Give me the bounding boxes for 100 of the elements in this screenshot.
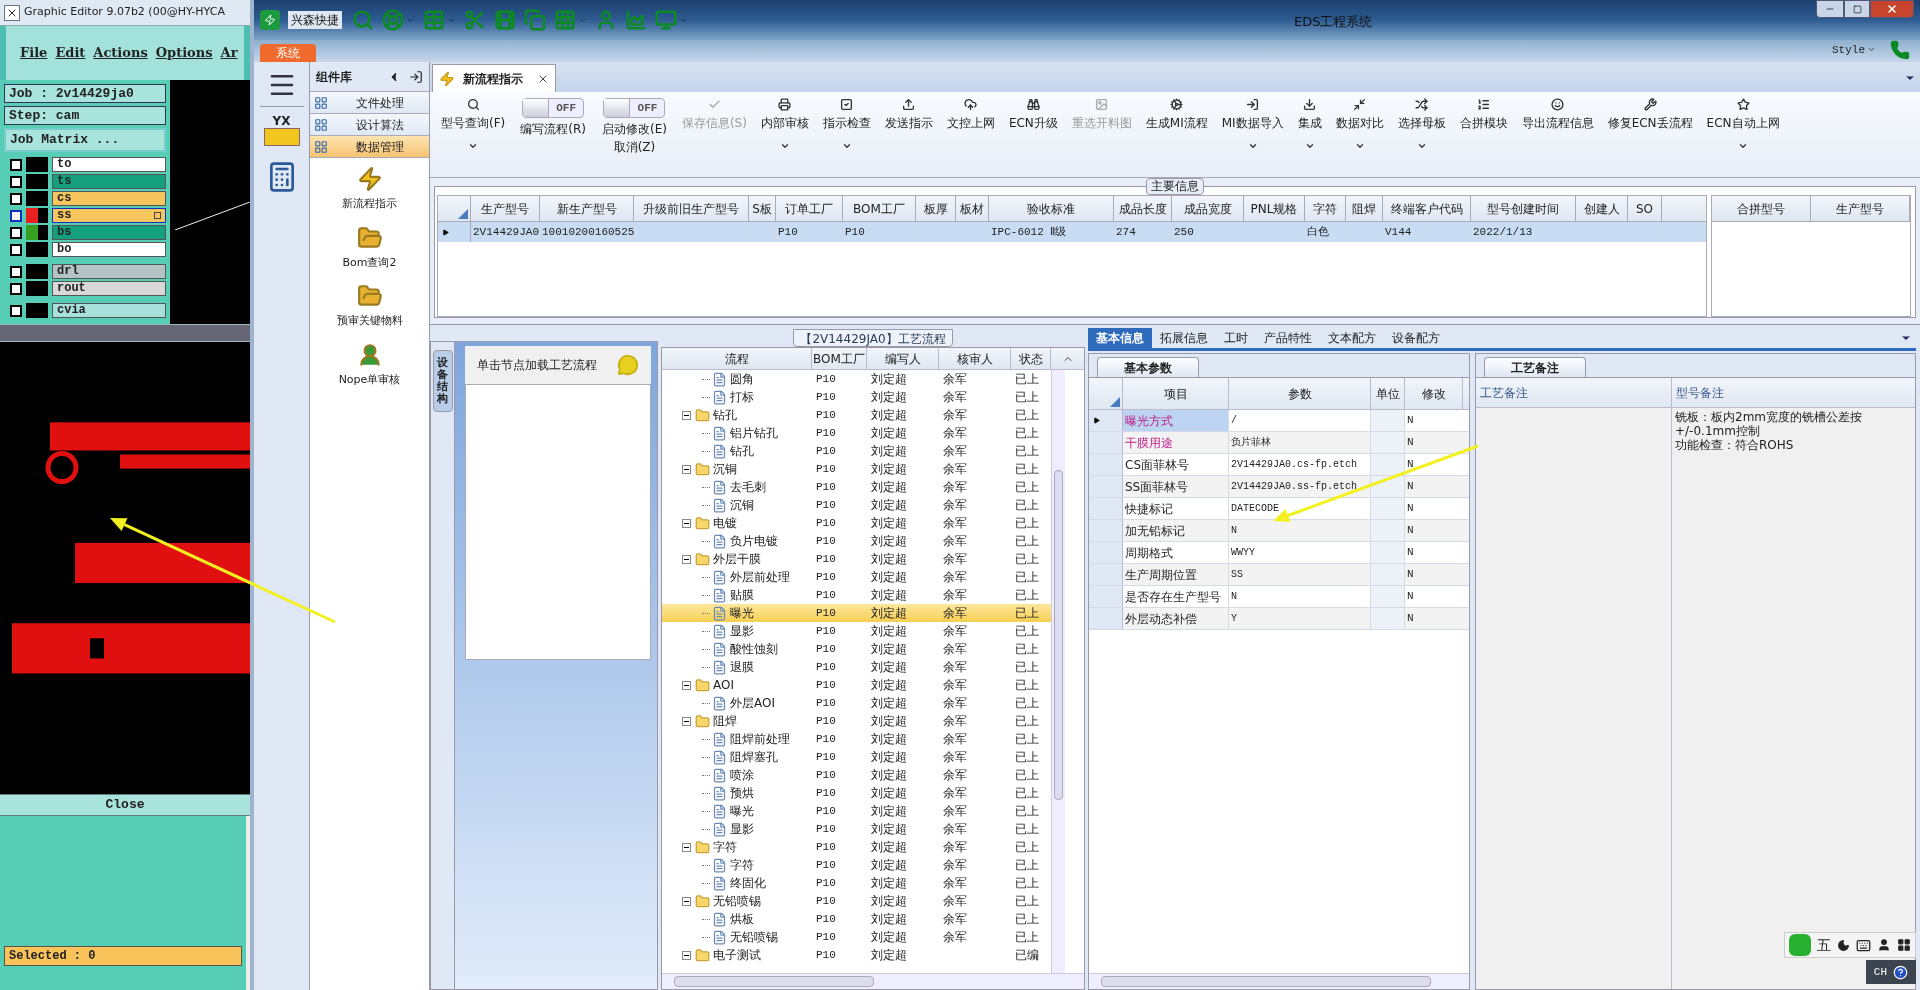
phone-icon[interactable]	[1890, 40, 1910, 60]
tree-row[interactable]: 退膜 P10 刘定超 余军 已上	[662, 658, 1051, 676]
tree-row[interactable]: 曝光 P10 刘定超 余军 已上	[662, 802, 1051, 820]
toolbar-button[interactable]: ECN升级	[1001, 98, 1065, 133]
collapse-icon[interactable]	[682, 554, 691, 564]
toolbar-button[interactable]: 导出流程信息	[1514, 98, 1601, 133]
layer-checkbox[interactable]	[10, 175, 22, 188]
toolbar-button[interactable]: 发送指示	[877, 98, 940, 133]
tab[interactable]: 文本配方	[1320, 328, 1384, 348]
tree-row[interactable]: 无铅喷锡 P10 刘定超 余军 已上	[662, 928, 1051, 946]
menu-item[interactable]: File	[20, 43, 48, 63]
layer-checkbox[interactable]	[10, 282, 22, 295]
param-row[interactable]: CS面菲林号 2V14429JA0.cs-fp.etch N	[1089, 454, 1469, 476]
toolbar-button[interactable]: 内部审核	[753, 98, 816, 151]
moon-icon[interactable]	[1837, 938, 1850, 952]
layer-checkbox[interactable]	[10, 192, 22, 205]
tree-row[interactable]: 外层前处理 P10 刘定超 余军 已上	[662, 568, 1051, 586]
tree-row[interactable]: 预烘 P10 刘定超 余军 已上	[662, 784, 1051, 802]
user-icon[interactable]	[1877, 938, 1891, 952]
tree-row[interactable]: 沉铜 P10 刘定超 余军 已上	[662, 460, 1051, 478]
menu-item[interactable]: Ar	[220, 43, 238, 63]
collapse-icon[interactable]	[682, 950, 691, 960]
maximize-button[interactable]	[1844, 0, 1870, 18]
menu-item[interactable]: Actions	[93, 43, 148, 63]
tree-row[interactable]: 打标 P10 刘定超 余军 已上	[662, 388, 1051, 406]
job-matrix-button[interactable]: Job Matrix ...	[4, 128, 166, 152]
menu-item[interactable]: Options	[155, 43, 213, 63]
layer-row[interactable]: bo	[52, 242, 166, 257]
tree-row[interactable]: 铝片钻孔 P10 刘定超 余军 已上	[662, 424, 1051, 442]
layer-checkbox[interactable]	[10, 265, 22, 278]
param-row[interactable]: 生产周期位置 SS N	[1089, 564, 1469, 586]
toolbar-button[interactable]: 集成	[1290, 98, 1329, 151]
collapse-icon[interactable]	[682, 464, 691, 474]
sidebar-item[interactable]: Bom查询2	[342, 224, 397, 271]
close-button[interactable]: Close	[0, 794, 250, 816]
sidebar-item[interactable]: 新流程指示	[342, 166, 397, 213]
toolbar-button[interactable]: 合拼模块	[1452, 98, 1515, 133]
tree-row[interactable]: 阻焊塞孔 P10 刘定超 余军 已上	[662, 748, 1051, 766]
ime-mode[interactable]: 五	[1817, 934, 1831, 956]
scrollbar[interactable]	[1051, 370, 1065, 973]
tab[interactable]: 拓展信息	[1152, 328, 1216, 348]
tree-row[interactable]: 字符 P10 刘定超 余军 已上	[662, 838, 1051, 856]
tree-row[interactable]: 圆角 P10 刘定超 余军 已上	[662, 370, 1051, 388]
toolbar-button[interactable]: MI数据导入	[1214, 98, 1291, 151]
tree-row[interactable]: 负片电镀 P10 刘定超 余军 已上	[662, 532, 1051, 550]
layer-row[interactable]: bs	[52, 225, 166, 240]
param-row[interactable]: 干膜用途 负片菲林 N	[1089, 432, 1469, 454]
toolbar-button[interactable]: ECN自动上网	[1699, 98, 1787, 151]
param-row[interactable]: 是否存在生产型号 N N	[1089, 586, 1469, 608]
tree-row[interactable]: 钻孔 P10 刘定超 余军 已上	[662, 442, 1051, 460]
tree-row[interactable]: 终固化 P10 刘定超 余军 已上	[662, 874, 1051, 892]
param-row[interactable]: 曝光方式 / N	[1089, 410, 1469, 432]
sidebar-item[interactable]: Nope单审核	[338, 341, 401, 388]
close-button[interactable]	[1870, 0, 1914, 18]
help-icon[interactable]	[1893, 964, 1908, 980]
layer-row[interactable]: drl	[52, 264, 166, 279]
pin-icon[interactable]	[409, 69, 423, 84]
tree-row[interactable]: AOI P10 刘定超 余军 已上	[662, 676, 1051, 694]
side-tab[interactable]: 设备结构	[432, 350, 453, 413]
toolbar-button[interactable]: 修复ECN丢流程	[1600, 98, 1700, 133]
tab[interactable]: 基本信息	[1088, 328, 1152, 348]
layer-checkbox[interactable]	[10, 304, 22, 317]
tree-row[interactable]: 烘板 P10 刘定超 余军 已上	[662, 910, 1051, 928]
subtab[interactable]: 基本参数	[1097, 357, 1199, 377]
collapse-icon[interactable]	[682, 410, 691, 420]
param-row[interactable]: 加无铅标记 N N	[1089, 520, 1469, 542]
toolbar-button[interactable]: 选择母板	[1390, 98, 1453, 151]
tree-row[interactable]: 沉铜 P10 刘定超 余军 已上	[662, 496, 1051, 514]
tree-row[interactable]: 曝光 P10 刘定超 余军 已上	[662, 604, 1051, 622]
toolbar-button[interactable]: 数据对比	[1328, 98, 1391, 151]
toolbar-button[interactable]: 文控上网	[939, 98, 1002, 133]
layer-checkbox[interactable]	[10, 243, 22, 256]
sidebar-item[interactable]: 预审关键物料	[336, 283, 403, 330]
layer-row[interactable]: cvia	[52, 303, 166, 318]
layer-row[interactable]: cs	[52, 191, 166, 206]
collapse-icon[interactable]	[682, 518, 691, 528]
param-row[interactable]: SS面菲林号 2V14429JA0.ss-fp.etch N	[1089, 476, 1469, 498]
collapse-icon[interactable]	[682, 896, 691, 906]
layer-checkbox[interactable]	[10, 158, 22, 171]
style-menu[interactable]: Style	[1832, 41, 1876, 58]
toolbar-button[interactable]: 生成MI流程	[1138, 98, 1215, 133]
collapse-icon[interactable]	[682, 680, 691, 690]
tab[interactable]: 工时	[1216, 328, 1256, 348]
tree-row[interactable]: 显影 P10 刘定超 余军 已上	[662, 820, 1051, 838]
tree-row[interactable]: 喷涂 P10 刘定超 余军 已上	[662, 766, 1051, 784]
tree-row[interactable]: 阻焊 P10 刘定超 余军 已上	[662, 712, 1051, 730]
tree-row[interactable]: 显影 P10 刘定超 余军 已上	[662, 622, 1051, 640]
collapse-icon[interactable]	[682, 716, 691, 726]
layer-checkbox[interactable]	[10, 226, 22, 239]
toolbar-button[interactable]: 型号查询(F)	[434, 98, 513, 151]
toolbar-button[interactable]: 指示检查	[815, 98, 878, 151]
subtab[interactable]: 工艺备注	[1484, 357, 1586, 377]
tree-row[interactable]: 外层干膜 P10 刘定超 余军 已上	[662, 550, 1051, 568]
tree-row[interactable]: 电镀 P10 刘定超 余军 已上	[662, 514, 1051, 532]
tree-row[interactable]: 钻孔 P10 刘定超 余军 已上	[662, 406, 1051, 424]
tree-row[interactable]: 无铅喷锡 P10 刘定超 余军 已上	[662, 892, 1051, 910]
keyboard-icon[interactable]	[1856, 937, 1871, 953]
scrollbar[interactable]	[1089, 973, 1469, 989]
scrollbar[interactable]	[662, 973, 1084, 989]
tree-row[interactable]: 外层AOI P10 刘定超 余军 已上	[662, 694, 1051, 712]
